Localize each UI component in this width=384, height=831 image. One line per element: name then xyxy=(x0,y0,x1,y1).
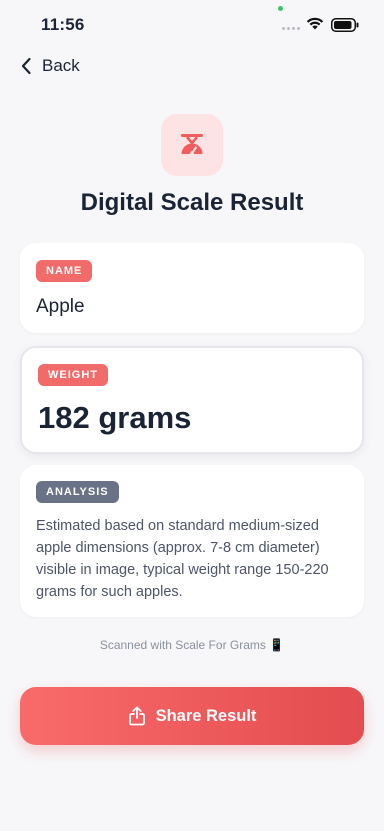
status-time: 11:56 xyxy=(41,15,85,34)
scan-attribution: Scanned with Scale For Grams 📱 xyxy=(99,638,285,652)
battery-icon xyxy=(331,18,359,32)
share-result-label: Share Result xyxy=(155,706,257,725)
scale-icon-tile xyxy=(161,114,223,176)
item-name-value: Apple xyxy=(36,296,85,317)
analysis-text: Estimated based on standard medium-sized… xyxy=(36,518,329,600)
name-badge: NAME xyxy=(36,260,93,282)
page-title: Digital Scale Result xyxy=(80,189,304,216)
chevron-left-icon xyxy=(21,57,31,75)
back-label: Back xyxy=(42,56,80,75)
scale-icon xyxy=(181,134,203,155)
weight-badge: WEIGHT xyxy=(38,364,108,386)
name-card: NAME Apple xyxy=(20,243,364,333)
back-button[interactable]: Back xyxy=(20,56,80,76)
analysis-badge: ANALYSIS xyxy=(36,481,119,503)
wifi-icon xyxy=(306,17,324,30)
analysis-card: ANALYSIS Estimated based on standard med… xyxy=(20,465,364,617)
weight-value: 182 grams xyxy=(38,400,192,435)
cellular-signal-icon xyxy=(282,27,300,30)
share-icon xyxy=(128,706,145,726)
status-bar: 11:56 xyxy=(0,0,384,50)
weight-card: WEIGHT 182 grams xyxy=(20,346,364,454)
privacy-indicator-dot xyxy=(278,6,283,11)
share-result-button[interactable]: Share Result xyxy=(20,687,364,745)
